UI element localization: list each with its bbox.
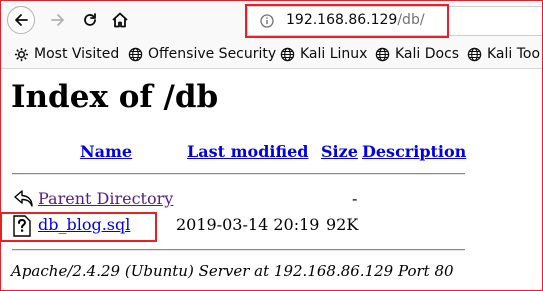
column-header-last-modified[interactable]: Last modified xyxy=(187,142,308,161)
url-highlight-box xyxy=(245,4,449,38)
home-icon xyxy=(112,12,128,28)
page-title: Index of /db xyxy=(11,79,219,115)
bookmark-label: Kali Linux xyxy=(300,46,368,62)
bookmark-kali-tools[interactable]: Kali Too xyxy=(467,44,540,64)
gear-icon xyxy=(14,47,29,61)
bookmark-label: Offensive Security xyxy=(148,46,277,62)
bookmark-label: Kali Docs xyxy=(395,46,460,62)
file-last-modified: 2019-03-14 20:19 xyxy=(176,215,320,234)
bookmark-offensive-security[interactable]: Offensive Security xyxy=(128,44,276,64)
globe-icon xyxy=(375,47,390,61)
table-divider-bottom xyxy=(12,249,465,251)
bookmark-kali-linux[interactable]: Kali Linux xyxy=(280,44,367,64)
home-button[interactable] xyxy=(106,6,134,34)
bookmark-label: Kali Too xyxy=(487,46,541,62)
bookmarks-toolbar: Most Visited Offensive Security Kali Lin… xyxy=(0,40,543,69)
back-arrow-icon xyxy=(15,14,28,26)
bookmark-kali-docs[interactable]: Kali Docs xyxy=(375,44,459,64)
bookmark-most-visited[interactable]: Most Visited xyxy=(14,44,119,64)
bookmark-label: Most Visited xyxy=(34,46,120,62)
column-header-name[interactable]: Name xyxy=(80,142,132,161)
back-arrow-icon xyxy=(14,190,33,207)
file-size: 92K xyxy=(326,215,359,234)
column-header-description[interactable]: Description xyxy=(362,142,466,161)
reload-button[interactable] xyxy=(76,6,104,34)
parent-directory-size: - xyxy=(352,189,358,208)
globe-icon xyxy=(280,47,295,61)
globe-icon xyxy=(128,47,143,61)
reload-icon xyxy=(84,13,96,26)
parent-directory-link[interactable]: Parent Directory xyxy=(38,189,173,208)
page-content: Index of /db Name Last modified Size Des… xyxy=(0,69,543,291)
server-signature: Apache/2.4.29 (Ubuntu) Server at 192.168… xyxy=(11,262,454,280)
back-button[interactable] xyxy=(7,6,35,34)
globe-icon xyxy=(467,47,482,61)
file-highlight-box xyxy=(0,212,157,242)
forward-arrow-icon xyxy=(51,14,64,26)
column-header-size[interactable]: Size xyxy=(321,142,358,161)
forward-button[interactable] xyxy=(44,6,72,34)
table-divider-top xyxy=(12,173,465,175)
